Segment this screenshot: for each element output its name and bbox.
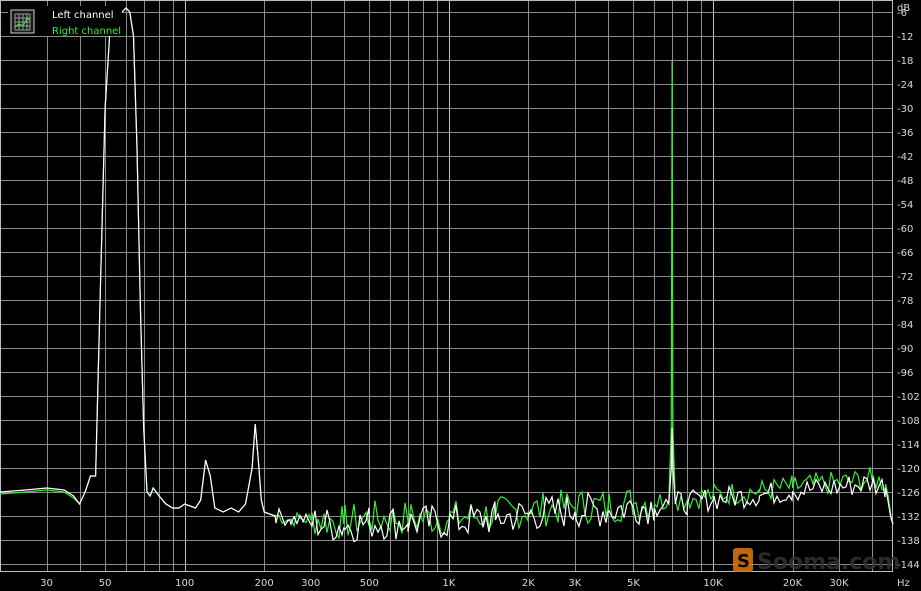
y-tick-label: -126 bbox=[897, 488, 920, 499]
svg-text:S: S bbox=[737, 551, 750, 572]
y-tick-labels: -6-12-18-24-30-36-42-48-54-60-66-72-78-8… bbox=[897, 8, 920, 571]
watermark-text: Sooma.com bbox=[757, 550, 900, 575]
x-axis-unit: Hz bbox=[897, 578, 910, 589]
plot-background bbox=[0, 0, 893, 572]
y-axis-unit: dB bbox=[897, 3, 910, 14]
y-tick-label: -114 bbox=[897, 440, 920, 451]
x-tick-label: 10K bbox=[703, 578, 723, 589]
x-tick-labels: 30 50 100 200 300 500 1K 2K 3K 5K 10K 20K 30K bbox=[40, 578, 849, 589]
y-tick-label: -132 bbox=[897, 512, 920, 523]
x-tick-label: 3K bbox=[568, 578, 581, 589]
y-tick-label: -60 bbox=[897, 224, 913, 235]
y-tick-label: -18 bbox=[897, 56, 913, 67]
x-tick-label: 50 bbox=[99, 578, 112, 589]
x-tick-label: 2K bbox=[522, 578, 535, 589]
y-tick-label: -108 bbox=[897, 416, 920, 427]
x-tick-label: 300 bbox=[301, 578, 320, 589]
y-tick-label: -102 bbox=[897, 392, 920, 403]
y-tick-label: -48 bbox=[897, 176, 913, 187]
x-tick-label: 1K bbox=[442, 578, 455, 589]
x-tick-label: 20K bbox=[783, 578, 803, 589]
legend-left-channel: Left channel bbox=[52, 10, 114, 21]
x-tick-label: 500 bbox=[360, 578, 379, 589]
y-tick-label: -36 bbox=[897, 128, 913, 139]
y-tick-label: -66 bbox=[897, 248, 913, 259]
y-tick-label: -42 bbox=[897, 152, 913, 163]
y-tick-label: -120 bbox=[897, 464, 920, 475]
spectrum-chart: 30 50 100 200 300 500 1K 2K 3K 5K 10K 20K 30K -6-12-… bbox=[0, 0, 920, 589]
x-tick-label: 200 bbox=[255, 578, 274, 589]
x-tick-label: 100 bbox=[175, 578, 194, 589]
legend-right-channel: Right channel bbox=[52, 26, 121, 37]
y-tick-label: -78 bbox=[897, 296, 913, 307]
y-tick-label: -24 bbox=[897, 80, 913, 91]
y-tick-label: -84 bbox=[897, 320, 913, 331]
y-tick-label: -144 bbox=[897, 560, 920, 571]
x-tick-label: 30K bbox=[829, 578, 849, 589]
grid-chart-icon bbox=[10, 9, 35, 34]
y-tick-label: -54 bbox=[897, 200, 913, 211]
y-tick-label: -90 bbox=[897, 344, 913, 355]
watermark-logo: S Sooma.com bbox=[733, 548, 900, 575]
y-tick-label: -72 bbox=[897, 272, 913, 283]
y-tick-label: -138 bbox=[897, 536, 920, 547]
y-tick-label: -96 bbox=[897, 368, 913, 379]
y-tick-label: -12 bbox=[897, 32, 913, 43]
x-tick-label: 5K bbox=[627, 578, 640, 589]
legend: Left channel Right channel bbox=[8, 6, 122, 37]
y-tick-label: -30 bbox=[897, 104, 913, 115]
x-tick-label: 30 bbox=[40, 578, 53, 589]
